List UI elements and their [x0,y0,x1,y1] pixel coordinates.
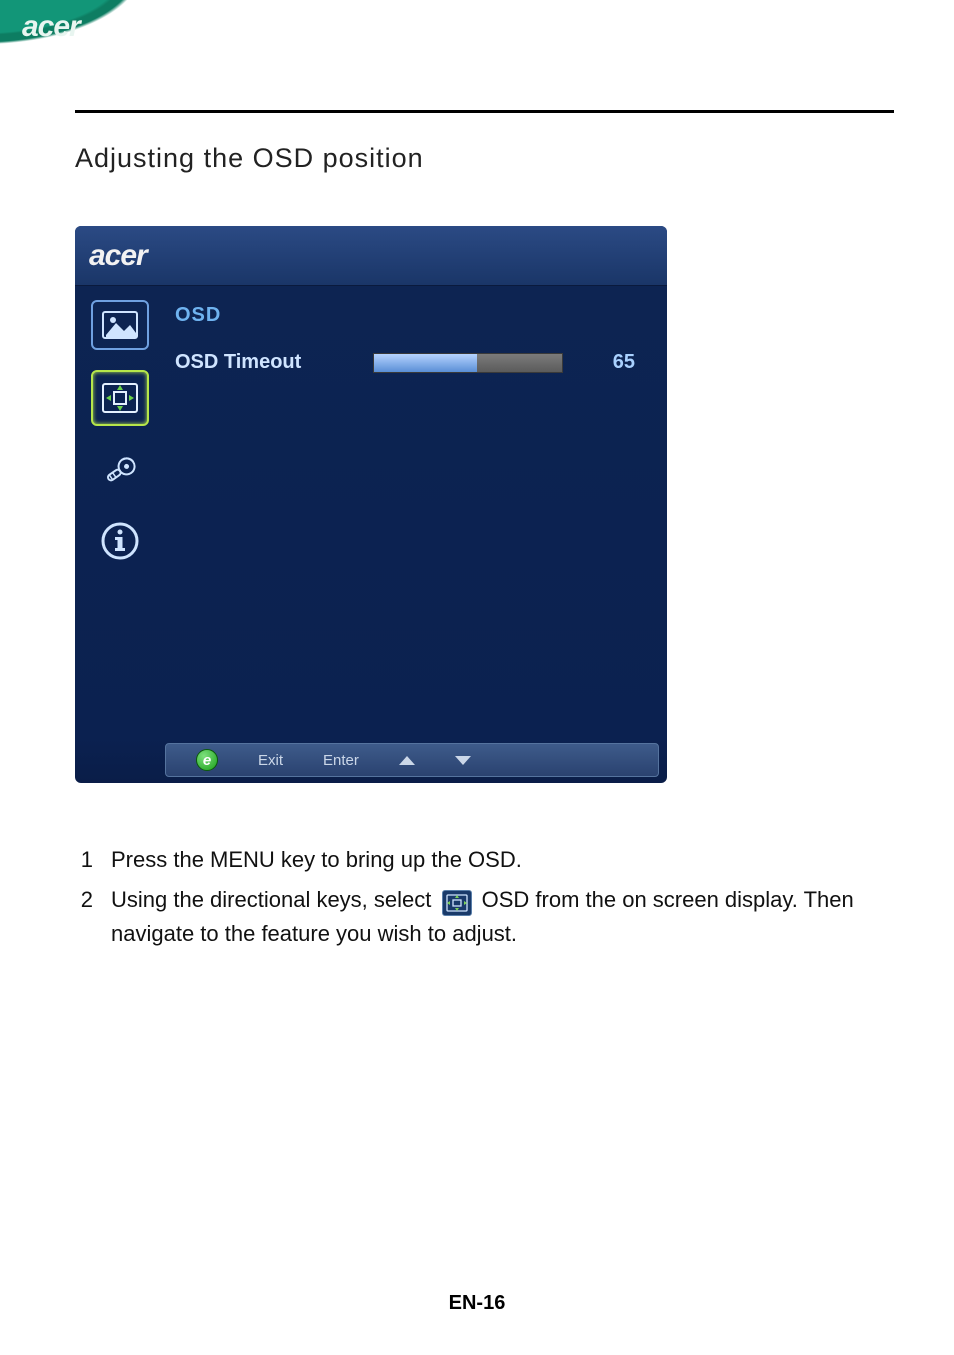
osd-row-label: OSD Timeout [175,351,355,374]
section-title: Adjusting the OSD position [75,143,894,174]
step-number: 1 [75,843,93,877]
osd-position-icon[interactable] [91,370,149,426]
settings-icon[interactable] [91,446,149,496]
horizontal-rule [75,110,894,113]
step-text: Using the directional keys, select OSD f… [111,883,894,951]
osd-main-panel: OSD OSD Timeout 65 [165,286,667,744]
step-1: 1 Press the MENU key to bring up the OSD… [75,843,894,877]
instruction-list: 1 Press the MENU key to bring up the OSD… [75,843,894,951]
osd-footer: e Exit Enter [165,743,659,777]
info-icon[interactable] [91,516,149,566]
enter-button[interactable]: Enter [323,752,359,769]
osd-window: acer [75,226,667,783]
exit-button[interactable]: Exit [258,752,283,769]
step-2: 2 Using the directional keys, select OSD… [75,883,894,951]
osd-panel-title: OSD [175,304,641,327]
empowering-icon[interactable]: e [196,749,218,771]
step-text: Press the MENU key to bring up the OSD. [111,843,894,877]
osd-position-inline-icon [442,890,472,916]
acer-logo: acer [22,10,80,44]
step-text-before: Using the directional keys, select [111,887,438,912]
osd-sidebar [75,286,165,744]
page-number: EN-16 [0,1292,954,1315]
step-number: 2 [75,883,93,951]
osd-acer-logo: acer [89,239,147,273]
osd-slider-fill [374,354,477,372]
down-arrow-icon[interactable] [455,756,471,765]
osd-timeout-value: 65 [613,351,641,374]
osd-timeout-slider[interactable] [373,353,563,373]
picture-icon[interactable] [91,300,149,350]
osd-timeout-row: OSD Timeout 65 [175,351,641,374]
osd-header: acer [75,226,667,286]
up-arrow-icon[interactable] [399,756,415,765]
